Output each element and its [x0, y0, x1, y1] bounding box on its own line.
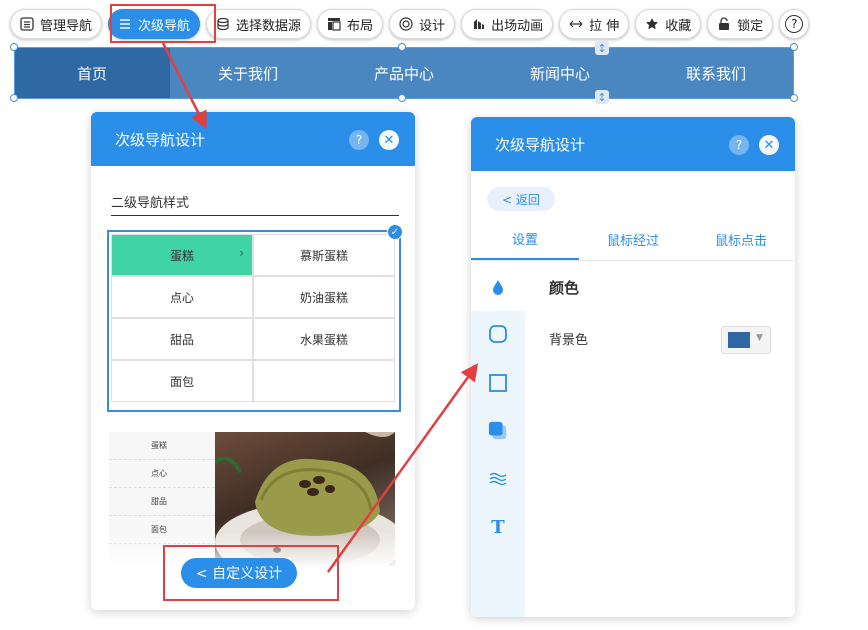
annotation-arrow	[326, 363, 479, 573]
annotation-arrows	[161, 42, 479, 573]
annotation-arrow	[161, 42, 207, 130]
